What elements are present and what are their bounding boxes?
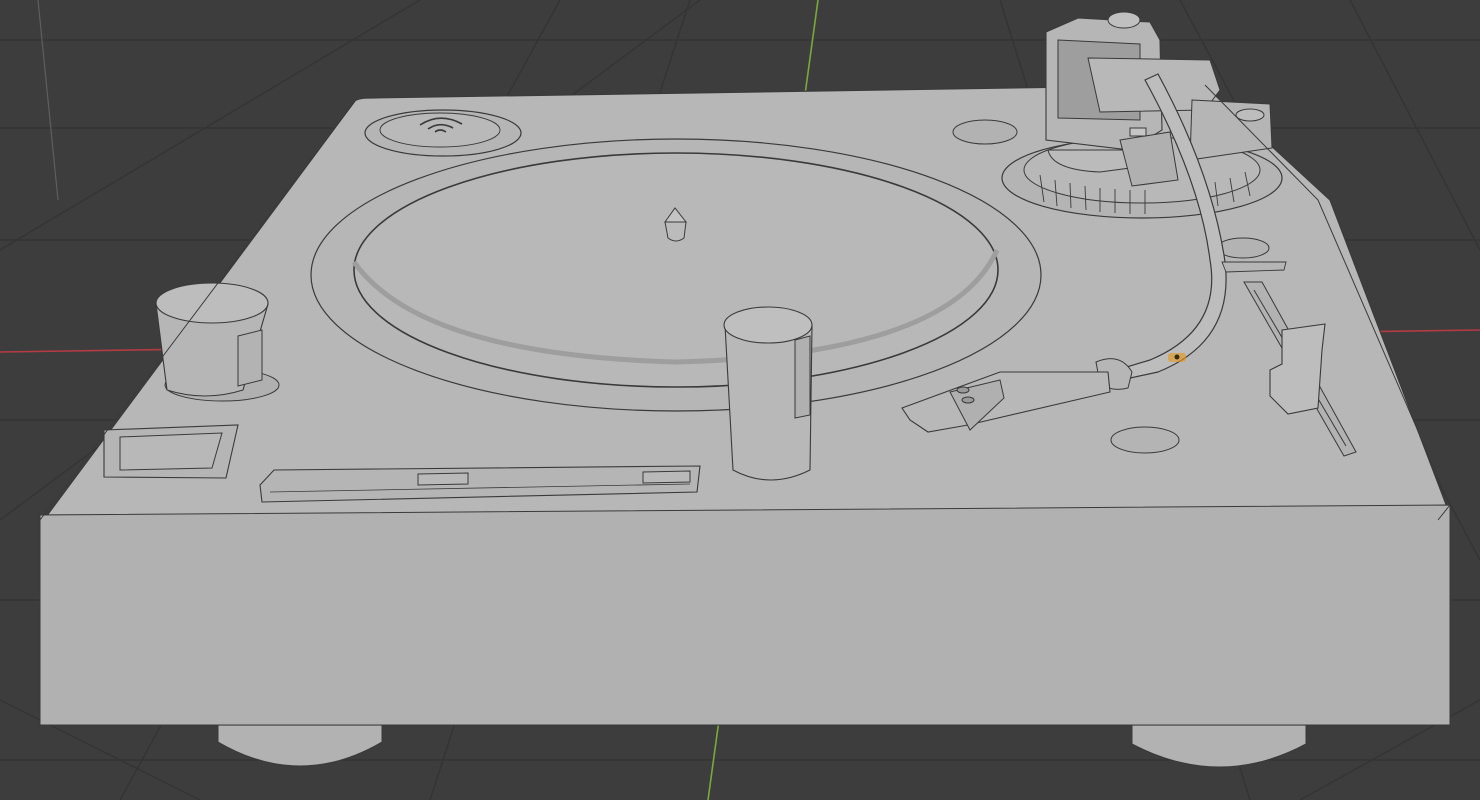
3d-viewport[interactable] <box>0 0 1480 800</box>
cue-lever-cylinder[interactable] <box>723 306 813 481</box>
selected-vertex[interactable] <box>1168 353 1186 362</box>
start-stop-button[interactable] <box>155 282 280 402</box>
strobe-dot <box>364 109 522 157</box>
speed-select-button-33[interactable] <box>103 424 239 479</box>
platter[interactable] <box>310 138 1042 412</box>
z-axis-line <box>37 0 59 201</box>
viewport-canvas[interactable] <box>0 0 1480 800</box>
front-face-shading <box>39 504 1451 726</box>
